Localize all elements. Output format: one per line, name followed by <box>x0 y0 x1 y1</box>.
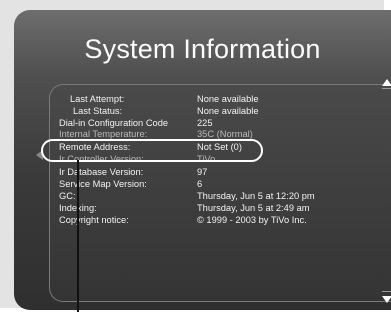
callout-pointer-line <box>77 160 79 312</box>
info-label: Last Attempt: <box>70 94 125 104</box>
up-arrow-icon[interactable] <box>382 79 391 86</box>
info-panel[interactable]: Last Attempt: None available Last Status… <box>49 84 391 302</box>
info-label: Service Map Version: <box>59 179 147 189</box>
info-label: Copyright notice: <box>59 215 129 225</box>
page-title: System Information <box>84 34 321 64</box>
info-value: © 1999 - 2003 by TiVo Inc. <box>197 215 307 225</box>
info-label: Last Status: <box>73 106 123 116</box>
info-value: None available <box>197 106 259 116</box>
info-value: Thursday, Jun 5 at 12:20 pm <box>197 191 315 201</box>
info-label: GC: <box>59 191 76 201</box>
info-value: Thursday, Jun 5 at 2:49 am <box>197 203 310 213</box>
down-arrow-icon[interactable] <box>382 296 391 303</box>
info-label: Ir Database Version: <box>59 167 144 177</box>
info-value: None available <box>197 94 259 104</box>
info-value: 6 <box>197 179 203 189</box>
remote-address-callout <box>41 139 263 162</box>
scroll-bar-top <box>382 88 391 89</box>
scroll-bar-bottom <box>382 291 391 292</box>
info-value: 97 <box>197 167 208 177</box>
